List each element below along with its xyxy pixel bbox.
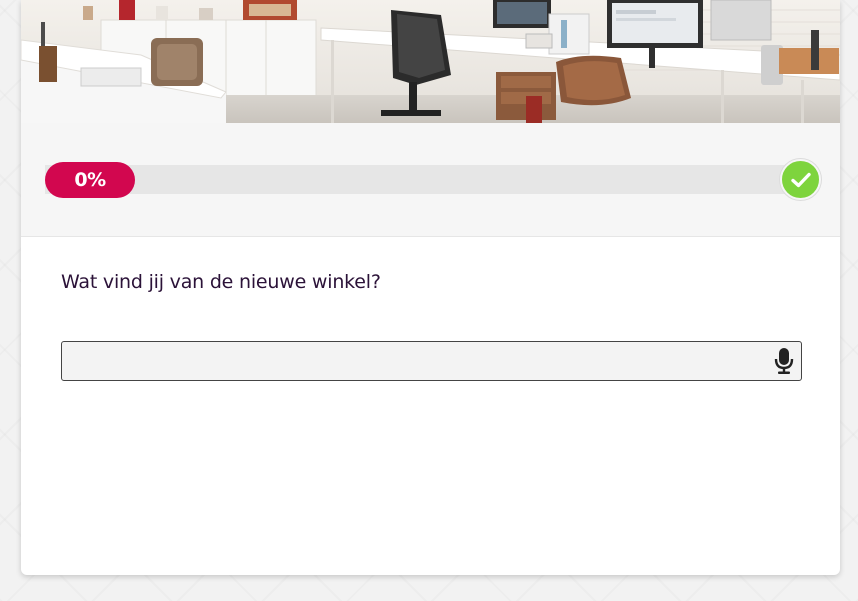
survey-card: 0% Wat vind jij van de nieuwe winkel? (21, 0, 840, 575)
voice-input-button[interactable] (768, 345, 800, 377)
answer-field (61, 341, 802, 381)
answer-input[interactable] (62, 342, 762, 380)
progress-indicator: 0% (45, 162, 135, 198)
check-icon (790, 172, 811, 188)
progress-complete-badge (780, 159, 821, 200)
progress-track (45, 165, 805, 194)
progress-section: 0% (21, 123, 840, 237)
microphone-icon (774, 347, 794, 375)
office-header-image (21, 0, 840, 123)
question-text: Wat vind jij van de nieuwe winkel? (61, 271, 381, 293)
